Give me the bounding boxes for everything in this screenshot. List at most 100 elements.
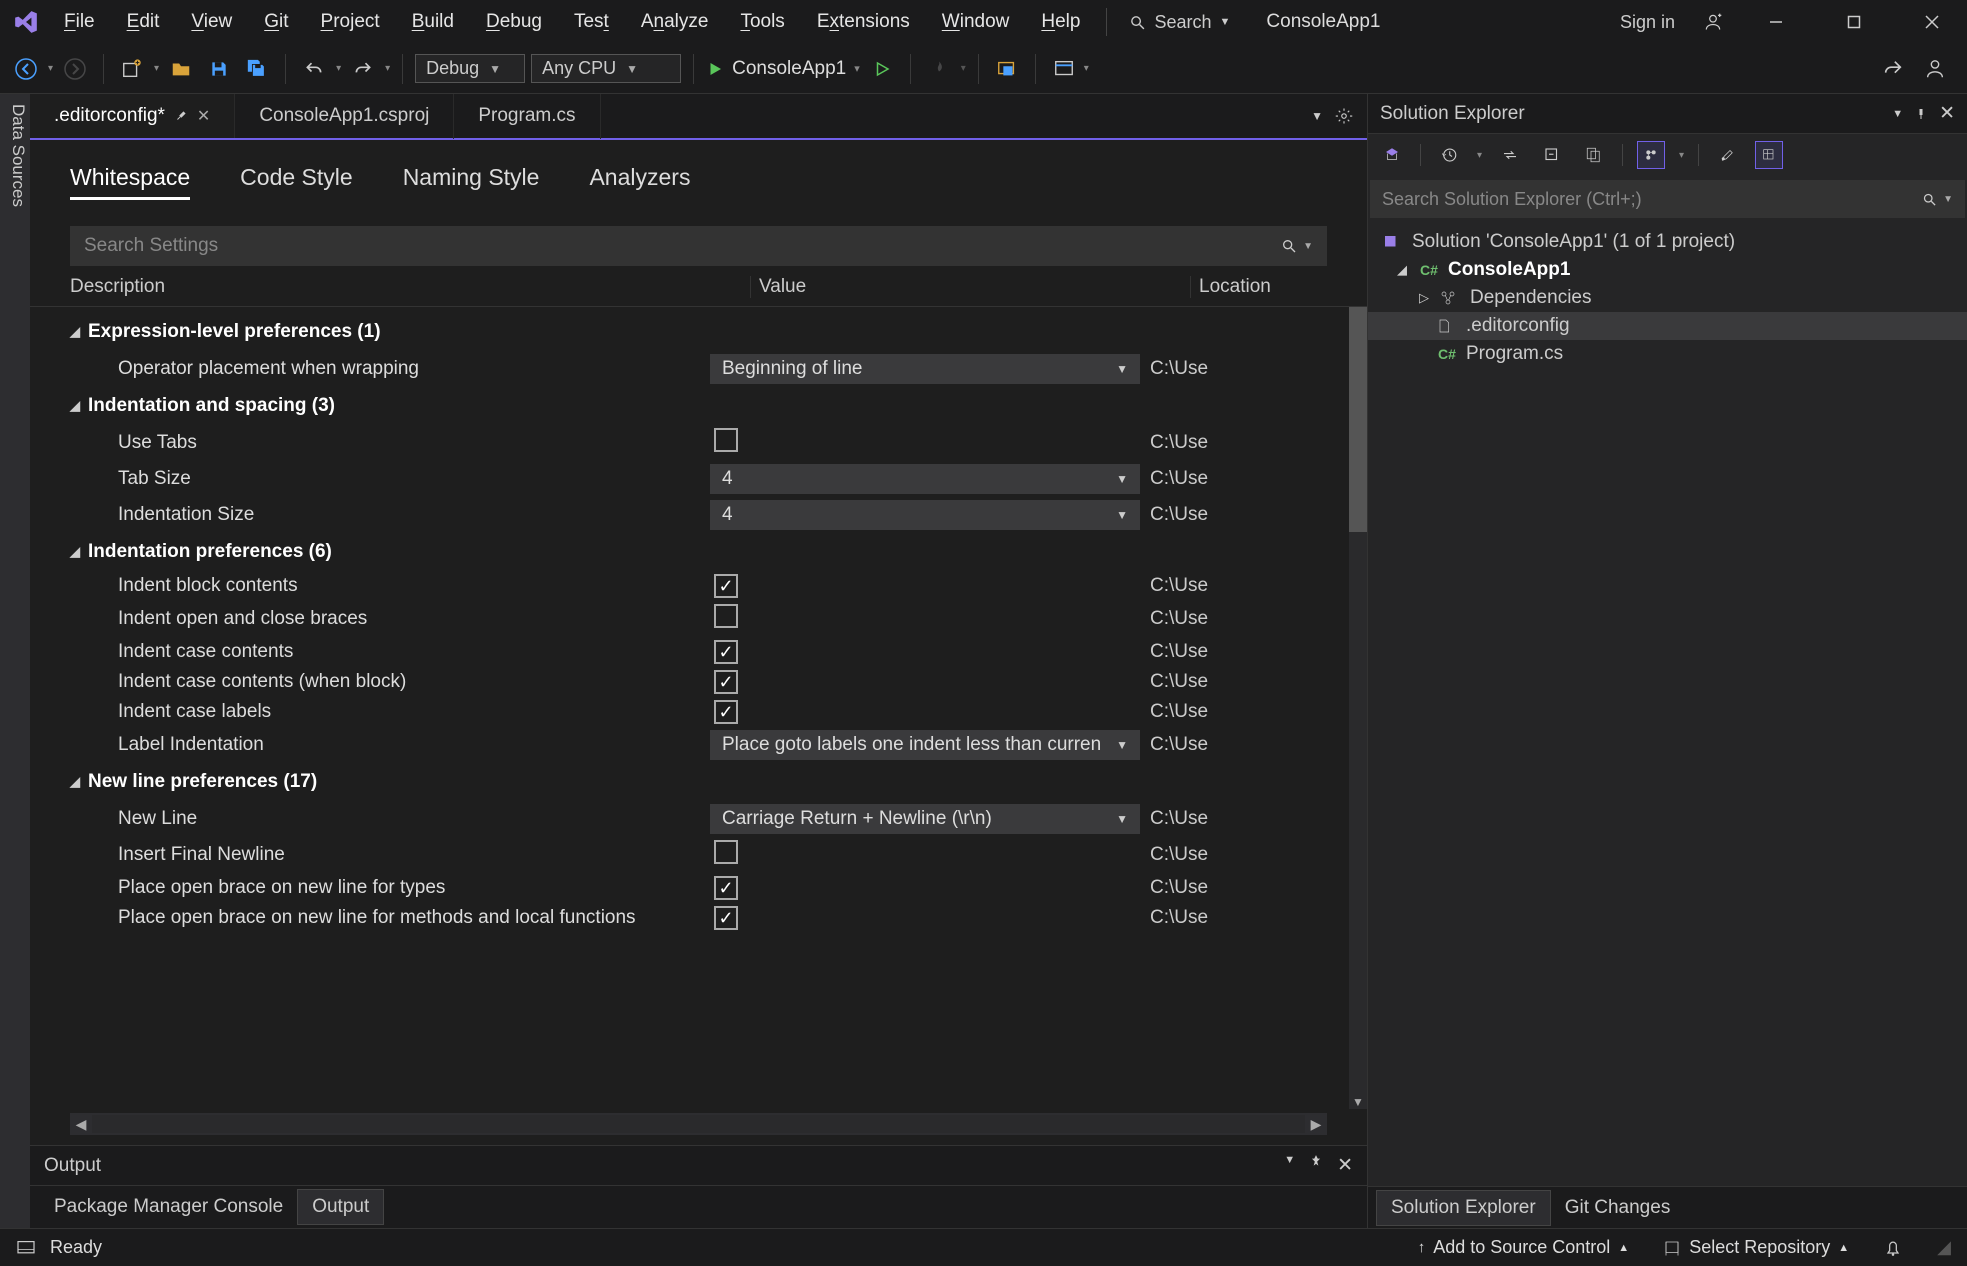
account-manage-icon[interactable] bbox=[1703, 12, 1723, 32]
setting-value-checkbox[interactable]: ✓ bbox=[714, 906, 738, 930]
properties-icon[interactable] bbox=[1713, 141, 1741, 169]
undo-button[interactable] bbox=[298, 53, 330, 85]
setting-value-combo[interactable]: 4▼ bbox=[710, 500, 1140, 530]
active-files-dropdown-icon[interactable]: ▼ bbox=[1311, 109, 1323, 123]
close-icon[interactable]: ✕ bbox=[1939, 102, 1955, 125]
open-file-button[interactable] bbox=[165, 53, 197, 85]
chevron-down-icon[interactable]: ▼ bbox=[1303, 241, 1313, 252]
chevron-down-icon[interactable]: ▾ bbox=[48, 63, 53, 74]
editorconfig-tab-analyzers[interactable]: Analyzers bbox=[589, 164, 690, 200]
nav-back-button[interactable] bbox=[10, 53, 42, 85]
home-icon[interactable] bbox=[1378, 141, 1406, 169]
menu-build[interactable]: Build bbox=[396, 11, 470, 33]
settings-group-header[interactable]: ◢ Indentation and spacing (3) bbox=[70, 387, 1367, 425]
collapse-caret-icon[interactable]: ◢ bbox=[70, 324, 80, 340]
menu-tools[interactable]: Tools bbox=[724, 11, 800, 33]
solution-platforms-combo[interactable]: Any CPU▼ bbox=[531, 54, 681, 83]
sign-in-link[interactable]: Sign in bbox=[1620, 12, 1675, 33]
setting-value-combo[interactable]: 4▼ bbox=[710, 464, 1140, 494]
setting-value-combo[interactable]: Carriage Return + Newline (\r\n)▼ bbox=[710, 804, 1140, 834]
chevron-down-icon[interactable]: ▾ bbox=[1679, 150, 1684, 161]
menu-edit[interactable]: Edit bbox=[111, 11, 176, 33]
setting-value-checkbox[interactable]: ✓ bbox=[714, 640, 738, 664]
save-all-button[interactable] bbox=[241, 53, 273, 85]
tree-file-node[interactable]: C# Program.cs bbox=[1368, 340, 1967, 368]
bottom-tab-package-manager-console[interactable]: Package Manager Console bbox=[40, 1190, 297, 1224]
menu-extensions[interactable]: Extensions bbox=[801, 11, 926, 33]
column-header-location[interactable]: Location bbox=[1190, 276, 1327, 298]
document-tab[interactable]: .editorconfig*✕ bbox=[30, 94, 235, 138]
close-icon[interactable]: ✕ bbox=[197, 106, 210, 126]
chevron-down-icon[interactable]: ▼ bbox=[1284, 1154, 1295, 1177]
setting-value-checkbox[interactable]: ✓ bbox=[714, 700, 738, 724]
overflow-icon[interactable]: ▾ bbox=[1084, 63, 1089, 74]
settings-group-header[interactable]: ◢ New line preferences (17) bbox=[70, 763, 1367, 801]
chevron-down-icon[interactable]: ▼ bbox=[1892, 108, 1903, 120]
column-header-description[interactable]: Description bbox=[70, 276, 750, 298]
settings-group-header[interactable]: ◢ Indentation preferences (6) bbox=[70, 533, 1367, 571]
bottom-tab-output[interactable]: Output bbox=[297, 1189, 384, 1225]
resize-grip-icon[interactable]: ◢ bbox=[1937, 1237, 1951, 1258]
browse-button[interactable] bbox=[991, 53, 1023, 85]
minimize-button[interactable] bbox=[1751, 3, 1801, 41]
expand-caret-icon[interactable]: ◢ bbox=[1394, 262, 1410, 278]
vertical-scrollbar[interactable]: ▼ bbox=[1349, 307, 1367, 1109]
settings-group-header[interactable]: ◢ Expression-level preferences (1) bbox=[70, 313, 1367, 351]
track-active-icon[interactable] bbox=[1755, 141, 1783, 169]
history-icon[interactable] bbox=[1435, 141, 1463, 169]
menu-test[interactable]: Test bbox=[558, 11, 625, 33]
chevron-down-icon[interactable]: ▾ bbox=[336, 63, 341, 74]
collapse-caret-icon[interactable]: ◢ bbox=[70, 774, 80, 790]
document-tab[interactable]: ConsoleApp1.csproj bbox=[235, 94, 454, 139]
save-button[interactable] bbox=[203, 53, 235, 85]
setting-value-checkbox[interactable]: ✓ bbox=[714, 670, 738, 694]
document-tab[interactable]: Program.cs bbox=[454, 94, 600, 139]
show-all-files-icon[interactable] bbox=[1580, 141, 1608, 169]
chevron-down-icon[interactable]: ▾ bbox=[1477, 150, 1482, 161]
setting-value-checkbox[interactable]: ✓ bbox=[714, 876, 738, 900]
menu-window[interactable]: Window bbox=[926, 11, 1026, 33]
select-repository[interactable]: Select Repository ▲ bbox=[1663, 1237, 1849, 1258]
feedback-button[interactable] bbox=[1919, 53, 1951, 85]
chevron-down-icon[interactable]: ▾ bbox=[154, 63, 159, 74]
tree-solution-node[interactable]: Solution 'ConsoleApp1' (1 of 1 project) bbox=[1368, 228, 1967, 256]
editorconfig-tab-code-style[interactable]: Code Style bbox=[240, 164, 353, 200]
maximize-button[interactable] bbox=[1829, 3, 1879, 41]
solution-configurations-combo[interactable]: Debug▼ bbox=[415, 54, 525, 83]
setting-value-combo[interactable]: Beginning of line▼ bbox=[710, 354, 1140, 384]
hot-reload-button[interactable] bbox=[923, 53, 955, 85]
notifications-icon[interactable] bbox=[1883, 1238, 1903, 1258]
scroll-right-icon[interactable]: ▶ bbox=[1305, 1116, 1327, 1133]
pin-icon[interactable] bbox=[172, 108, 189, 125]
menu-analyze[interactable]: Analyze bbox=[625, 11, 725, 33]
close-icon[interactable]: ✕ bbox=[1337, 1154, 1353, 1177]
tree-project-node[interactable]: ◢ C# ConsoleApp1 bbox=[1368, 256, 1967, 284]
window-layout-button[interactable] bbox=[1048, 53, 1080, 85]
collapse-caret-icon[interactable]: ◢ bbox=[70, 398, 80, 414]
menu-help[interactable]: Help bbox=[1025, 11, 1096, 33]
editorconfig-tab-whitespace[interactable]: Whitespace bbox=[70, 164, 190, 200]
start-debugging-button[interactable]: ConsoleApp1 ▾ bbox=[706, 58, 860, 80]
output-window-icon[interactable] bbox=[16, 1240, 36, 1256]
menu-git[interactable]: Git bbox=[248, 11, 304, 33]
setting-value-checkbox[interactable] bbox=[714, 840, 738, 864]
preview-selected-icon[interactable] bbox=[1637, 141, 1665, 169]
setting-value-checkbox[interactable] bbox=[714, 604, 738, 628]
chevron-down-icon[interactable]: ▾ bbox=[854, 62, 860, 75]
search-settings-input[interactable]: Search Settings ▼ bbox=[70, 226, 1327, 266]
collapse-all-icon[interactable] bbox=[1538, 141, 1566, 169]
tree-file-node[interactable]: .editorconfig bbox=[1368, 312, 1967, 340]
sidebar-data-sources[interactable]: Data Sources bbox=[0, 94, 30, 1228]
chevron-down-icon[interactable]: ▾ bbox=[961, 63, 966, 74]
sync-icon[interactable] bbox=[1496, 141, 1524, 169]
menu-debug[interactable]: Debug bbox=[470, 11, 558, 33]
start-without-debug-button[interactable] bbox=[866, 53, 898, 85]
nav-forward-button[interactable] bbox=[59, 53, 91, 85]
right-tab-solution-explorer[interactable]: Solution Explorer bbox=[1376, 1190, 1551, 1226]
editorconfig-tab-naming-style[interactable]: Naming Style bbox=[403, 164, 540, 200]
menu-file[interactable]: File bbox=[48, 11, 111, 33]
setting-value-checkbox[interactable]: ✓ bbox=[714, 574, 738, 598]
menu-view[interactable]: View bbox=[175, 11, 248, 33]
solution-explorer-search[interactable]: Search Solution Explorer (Ctrl+;) ▼ bbox=[1370, 180, 1965, 218]
tree-dependencies-node[interactable]: ▷ Dependencies bbox=[1368, 284, 1967, 312]
